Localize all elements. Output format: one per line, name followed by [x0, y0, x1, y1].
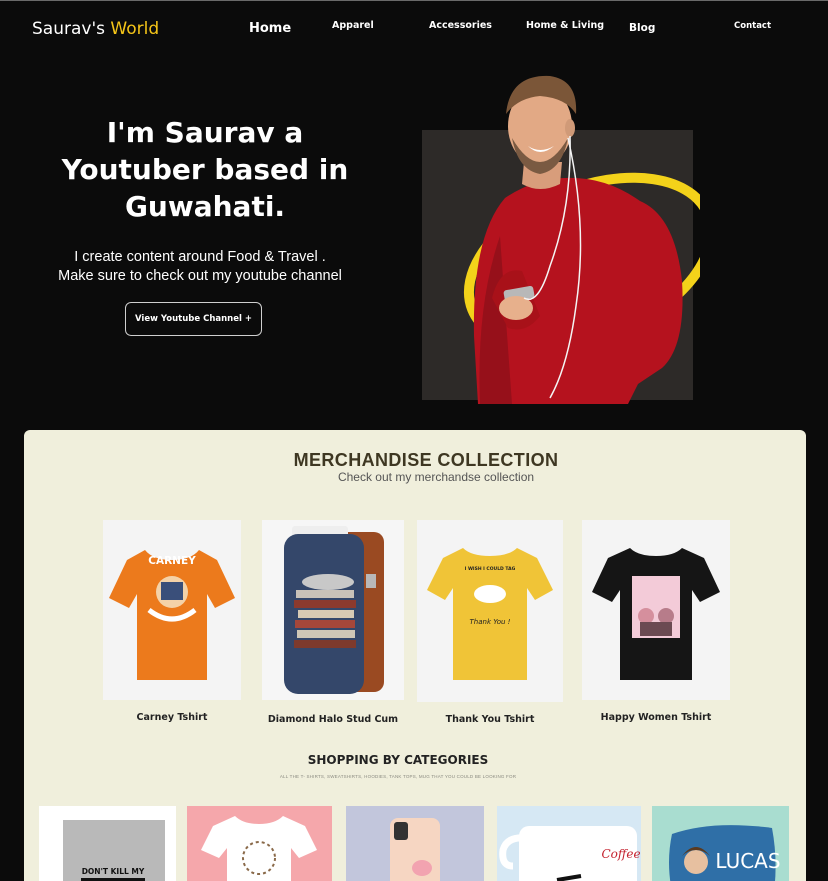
nav-contact[interactable]: Contact: [734, 21, 771, 31]
white-tshirt-icon: [201, 816, 317, 881]
top-navigation: Saurav's World Home Apparel Accessories …: [0, 0, 828, 56]
hero-subtitle: I create content around Food & Travel . …: [58, 249, 342, 284]
category-caption: Coffee: [601, 847, 640, 861]
category-tile-white-tshirt[interactable]: [187, 806, 332, 881]
merch-subtitle: Check out my merchandse collection: [337, 470, 535, 484]
merchandise-section: MERCHANDISE COLLECTION Check out my merc…: [24, 430, 806, 881]
view-youtube-channel-button[interactable]: View Youtube Channel +: [125, 302, 262, 336]
categories-subtitle: ALL THE T- SHIRTS, SWEATSHIRTS, HOODIES,…: [279, 774, 517, 779]
nav-home[interactable]: Home: [249, 21, 291, 36]
nav-apparel[interactable]: Apparel: [332, 20, 374, 31]
category-caption: LUCAS: [715, 849, 780, 873]
hero-portrait: [400, 66, 717, 406]
nav-blog[interactable]: Blog: [629, 22, 655, 34]
yellow-tshirt-icon[interactable]: I WISH I COULD TAG Thank You !: [417, 520, 563, 702]
product-name[interactable]: Thank You Tshirt: [417, 714, 563, 725]
black-tshirt-icon[interactable]: [582, 520, 730, 700]
grey-tshirt-icon: DON'T KILL MY: [63, 820, 165, 881]
category-tile-grey-tshirt[interactable]: DON'T KILL MY: [39, 806, 176, 881]
brand-name: Saurav's: [32, 19, 105, 39]
brand-accent: World: [110, 19, 160, 39]
category-tile-phone-case[interactable]: [346, 806, 484, 881]
thank-print-bottom: Thank You !: [470, 618, 511, 626]
category-tile-mug[interactable]: Coffee: [497, 806, 641, 881]
product-name[interactable]: Diamond Halo Stud Cum: [262, 714, 404, 725]
phone-case-icon: [390, 818, 440, 881]
mug-icon: Coffee: [499, 826, 641, 881]
nav-home-living[interactable]: Home & Living: [526, 20, 604, 31]
site-logo[interactable]: Saurav's World: [32, 19, 159, 39]
category-caption: DON'T KILL MY: [82, 867, 145, 876]
nav-accessories[interactable]: Accessories: [429, 20, 492, 31]
carney-print: CARNEY: [148, 555, 196, 567]
book-sleeve-icon[interactable]: [262, 520, 404, 700]
thank-print-top: I WISH I COULD TAG: [465, 566, 516, 572]
product-name[interactable]: Happy Women Tshirt: [582, 712, 730, 723]
pillow-icon: LUCAS: [669, 825, 781, 881]
hero-title: I'm Saurav a Youtuber based in Guwahati.: [61, 116, 349, 223]
product-name[interactable]: Carney Tshirt: [103, 712, 241, 723]
merch-title: MERCHANDISE COLLECTION: [293, 450, 559, 470]
categories-title: SHOPPING BY CATEGORIES: [307, 753, 489, 767]
category-tile-pillow[interactable]: LUCAS: [652, 806, 789, 881]
orange-tshirt-icon[interactable]: CARNEY: [103, 520, 241, 700]
